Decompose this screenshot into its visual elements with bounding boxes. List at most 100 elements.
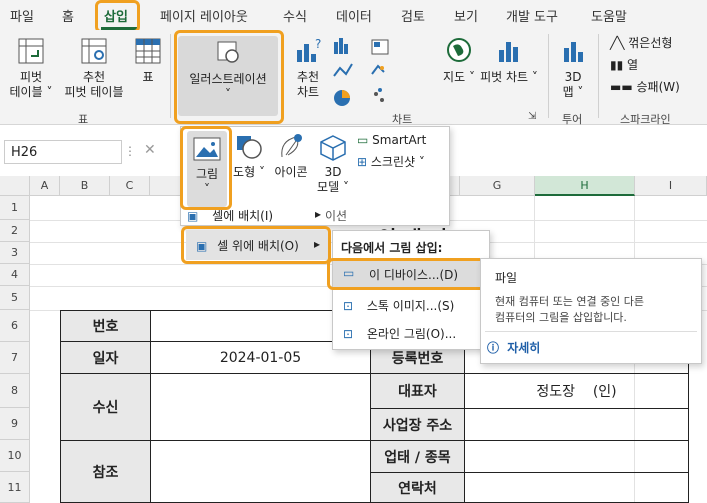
sparkline-column-icon: ▮▮ [610,58,628,72]
tooltip-body-line-2: 컴퓨터의 그림을 삽입합니다. [495,311,627,324]
recipient-cell[interactable] [150,373,371,441]
icons-button[interactable]: 아이콘 [269,133,313,180]
icons-label: 아이콘 [274,165,308,179]
row-header[interactable]: 6 [0,310,30,342]
row-header[interactable]: 8 [0,374,30,408]
sparkline-line-button[interactable]: ╱╲ 꺾은선형 [610,36,672,51]
address-cell[interactable] [464,408,689,441]
row-header[interactable]: 4 [0,264,30,286]
sparkline-winloss-label: 승패(W) [636,80,680,94]
tab-review[interactable]: 검토 [401,6,425,25]
stock-images-icon: ⊡ [343,299,354,313]
stock-images-item[interactable]: ⊡ 스톡 이미지...(S) [343,297,454,314]
label-reference: 참조 [60,440,151,503]
select-all-corner[interactable] [0,176,30,196]
pivot-chart-button[interactable]: 피벗 차트 ˅ [478,36,540,85]
sparkline-winloss-button[interactable]: ▬▬ 승패(W) [610,80,680,95]
table-button[interactable]: 표 [132,36,164,85]
recommended-pivot-button[interactable]: 추천 피벗 테이블 [58,36,130,100]
name-box[interactable]: H26 [4,140,122,164]
tooltip-body-line-1: 현재 컴퓨터 또는 연결 중인 다른 [495,295,645,308]
business-type-cell[interactable] [464,440,689,473]
map-3d-icon [564,42,583,62]
place-over-cells-highlight [181,226,331,264]
row-header[interactable]: 5 [0,286,30,310]
tab-home[interactable]: 홈 [62,6,74,25]
shapes-button[interactable]: 도형 ˅ [231,133,267,180]
recommended-charts-label-1: 추천 [296,70,320,84]
column-header[interactable]: C [110,176,150,196]
recommended-charts-label-2: 차트 [296,85,320,99]
recommended-charts-button[interactable]: ? 추천 차트 [288,36,328,100]
column-header-selected[interactable]: H [535,176,635,196]
smartart-label: SmartArt [372,133,427,147]
icons-icon [281,134,302,158]
label-address: 사업장 주소 [370,408,465,441]
tab-developer[interactable]: 개발 도구 [506,6,558,25]
pivot-table-icon [18,38,44,64]
ceo-cell[interactable]: 정도장 (인) [464,373,689,409]
reference-cell[interactable] [150,440,371,503]
online-pictures-item[interactable]: ⊡ 온라인 그림(O)... [343,325,456,342]
pivot-table-button[interactable]: 피벗 테이블 ˅ [8,36,54,100]
ribbon-separator [170,34,171,118]
label-recipient: 수신 [60,373,151,441]
online-pictures-icon: ⊡ [343,327,354,341]
chart-type-icons [333,38,389,106]
label-contact: 연락처 [370,472,465,503]
ribbon: 피벗 테이블 ˅ 추천 피벗 테이블 표 일러스트레이션 ˅ ? 추천 차트 지… [0,30,707,125]
more-icon: ⋮ [124,144,136,158]
pivot-table-label-2: 테이블 [9,85,43,99]
row-header[interactable]: 2 [0,220,30,242]
this-device-highlight [327,258,491,290]
tab-formulas[interactable]: 수식 [283,6,307,25]
group-label-table: 표 [78,113,89,126]
group-label-sparklines: 스파크라인 [620,113,671,126]
recommended-charts-icon: ? [297,37,321,62]
tab-file[interactable]: 파일 [10,6,34,25]
cancel-icon[interactable]: ✕ [144,142,156,158]
models-3d-label-2: 모델 [317,180,340,194]
column-header[interactable]: A [30,176,60,196]
cube-icon [320,135,346,161]
table-icon [135,38,161,64]
screenshot-button[interactable]: ⊞ 스크린샷 ˅ [357,153,425,170]
globe-icon [447,38,471,62]
pivot-chart-icon [499,42,518,62]
ribbon-separator [548,34,549,118]
insert-picture-from-menu: 다음에서 그림 삽입: ▭ 이 디바이스...(D) ⊡ 스톡 이미지...(S… [332,230,490,350]
sparkline-column-button[interactable]: ▮▮ 열 [610,58,638,73]
tell-me-more-link[interactable]: ⓘ 자세히 [487,339,540,356]
table-label: 표 [142,70,154,84]
tab-page-layout[interactable]: 페이지 레이아웃 [160,6,248,25]
row-header[interactable]: 7 [0,342,30,374]
column-header[interactable]: B [60,176,110,196]
online-pictures-label: 온라인 그림(O)... [366,327,457,341]
place-in-cell-icon: ▣ [187,209,199,223]
row-header[interactable]: 1 [0,196,30,220]
row-header[interactable]: 11 [0,472,30,503]
contact-cell[interactable] [464,472,689,503]
recommended-pivot-icon [81,38,107,64]
column-header[interactable]: G [460,176,535,196]
label-date: 일자 [60,341,151,374]
row-header[interactable]: 3 [0,242,30,264]
models-3d-button[interactable]: 3D 모델 ˅ [315,133,351,195]
column-header[interactable]: I [635,176,707,196]
map-3d-label-2: 맵 [562,85,574,99]
map-3d-button[interactable]: 3D 맵 ˅ [556,36,590,100]
label-number: 번호 [60,310,151,342]
submenu-arrow-icon: ▸ [315,207,322,221]
shapes-label: 도형 [233,165,256,179]
maps-button[interactable]: 지도 ˅ [442,36,476,85]
screenshot-icon: ⊞ [357,155,371,169]
tooltip-divider [485,331,697,332]
tab-view[interactable]: 보기 [454,6,478,25]
row-header[interactable]: 10 [0,440,30,472]
row-header[interactable]: 9 [0,408,30,440]
dialog-launcher-icon[interactable]: ⇲ [528,111,536,122]
smartart-button[interactable]: ▭ SmartArt [357,133,426,147]
tab-help[interactable]: 도움말 [591,6,627,25]
help-icon: ⓘ [487,341,500,355]
tab-data[interactable]: 데이터 [336,6,372,25]
